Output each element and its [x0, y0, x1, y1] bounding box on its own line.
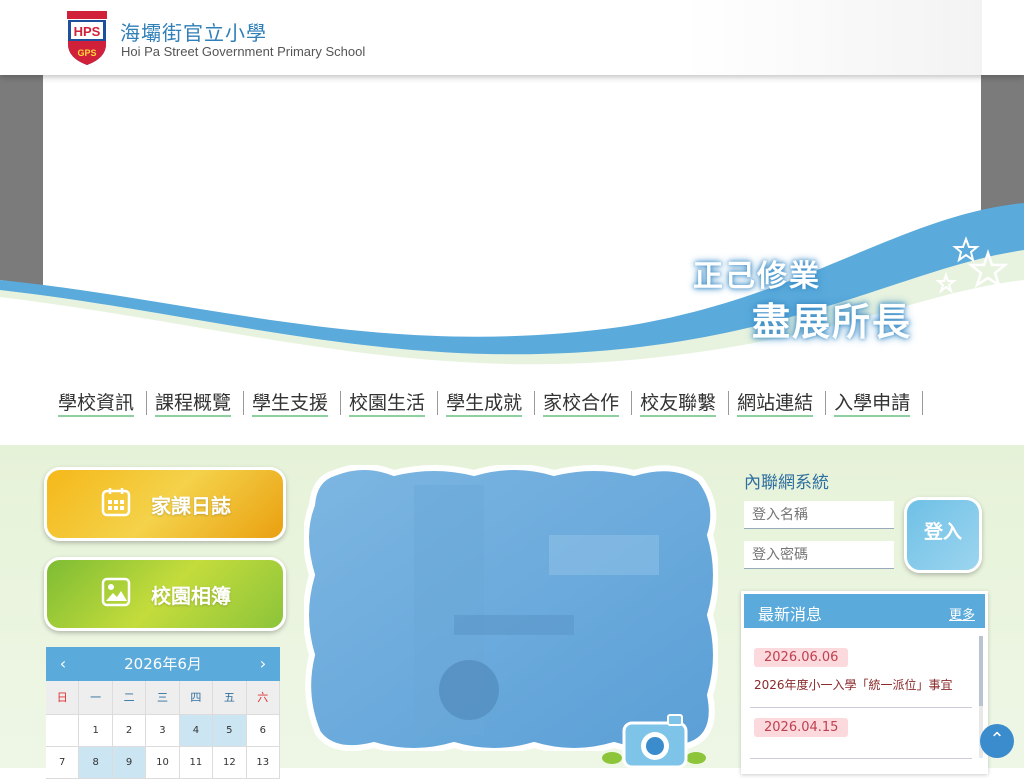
banner-slogan-line1: 正己修業 [693, 259, 821, 294]
calendar-weekday: 三 [146, 681, 180, 715]
calendar-day[interactable]: 9 [112, 747, 147, 779]
calendar-weekday: 日 [46, 681, 80, 715]
svg-text:HPS: HPS [74, 24, 101, 39]
homework-diary-button[interactable]: 家課日誌 [44, 467, 286, 541]
calendar-month-title: 2026年6月 [124, 655, 202, 673]
school-name-cn[interactable]: 海壩街官立小學 [120, 17, 267, 46]
calendar-weekday: 四 [179, 681, 214, 715]
calendar-day[interactable]: 1 [79, 715, 113, 747]
main-nav: 學校資訊 課程概覽 學生支援 校園生活 學生成就 家校合作 校友聯繫 網站連結 … [0, 375, 1024, 445]
calendar-day[interactable]: 8 [79, 747, 113, 779]
calendar-weekday: 一 [79, 681, 113, 715]
login-button[interactable]: 登入 [904, 497, 982, 573]
news-scrollbar-thumb[interactable] [979, 636, 983, 706]
calendar-header: ‹ 2026年6月 › [46, 647, 280, 681]
calendar-day[interactable]: 4 [179, 715, 214, 747]
news-text[interactable]: 2026年度小一入學「統一派位」事宜 [754, 676, 968, 695]
news-title: 最新消息 [758, 605, 823, 624]
nav-item-alumni[interactable]: 校友聯繫 [632, 391, 730, 417]
nav-item-school-info[interactable]: 學校資訊 [50, 391, 148, 417]
calendar-icon [101, 488, 131, 517]
calendar-day[interactable]: 11 [179, 747, 214, 779]
nav-item-achievements[interactable]: 學生成就 [438, 391, 536, 417]
calendar-day[interactable]: 10 [146, 747, 180, 779]
svg-text:GPS: GPS [77, 48, 96, 58]
calendar-day[interactable]: 2 [112, 715, 147, 747]
featured-photo[interactable] [304, 465, 718, 751]
calendar-day [46, 715, 80, 747]
news-header: 最新消息 更多 [744, 594, 985, 628]
nav-item-links[interactable]: 網站連結 [729, 391, 827, 417]
news-date: 2026.06.06 [754, 648, 849, 667]
calendar-day[interactable]: 12 [213, 747, 247, 779]
calendar-next-button[interactable]: › [248, 647, 278, 681]
site-header: HPS GPS 海壩街官立小學 Hoi Pa Street Government… [0, 0, 1024, 75]
homework-diary-label: 家課日誌 [151, 494, 231, 518]
calendar-weekday: 二 [112, 681, 147, 715]
event-calendar: ‹ 2026年6月 › 日 一 二 三 四 五 六 1 2 3 4 5 6 7 … [46, 647, 280, 779]
main-content: 家課日誌 校園相簿 ‹ 2026年6月 › 日 一 二 三 四 五 六 1 2 … [0, 445, 1024, 779]
news-more-link[interactable]: 更多 [949, 604, 975, 623]
campus-album-label: 校園相簿 [151, 584, 231, 608]
calendar-day[interactable]: 3 [146, 715, 180, 747]
news-panel: 最新消息 更多 2026.06.06 2026年度小一入學「統一派位」事宜 20… [741, 591, 988, 774]
nav-item-campus-life[interactable]: 校園生活 [341, 391, 439, 417]
news-date: 2026.04.15 [754, 718, 849, 737]
calendar-day[interactable]: 5 [213, 715, 247, 747]
nav-item-admission[interactable]: 入學申請 [826, 391, 924, 417]
calendar-day[interactable]: 7 [46, 747, 80, 779]
calendar-grid: 日 一 二 三 四 五 六 1 2 3 4 5 6 7 8 9 10 11 12… [46, 681, 280, 779]
nav-item-student-support[interactable]: 學生支援 [244, 391, 342, 417]
news-item[interactable]: 2026.06.06 2026年度小一入學「統一派位」事宜 [750, 638, 972, 708]
school-name-en[interactable]: Hoi Pa Street Government Primary School [121, 44, 365, 59]
banner-slideshow: 正己修業 盡展所長 [0, 75, 1024, 375]
back-to-top-button[interactable]: ⌃ [980, 724, 1014, 758]
calendar-weekday: 六 [246, 681, 280, 715]
password-input[interactable] [744, 541, 894, 569]
news-item[interactable]: 2026.04.15 [750, 708, 972, 759]
campus-album-button[interactable]: 校園相簿 [44, 557, 286, 631]
chevron-up-icon: ⌃ [989, 729, 1005, 750]
username-input[interactable] [744, 501, 894, 529]
calendar-day[interactable]: 13 [246, 747, 280, 779]
nav-item-curriculum[interactable]: 課程概覽 [147, 391, 245, 417]
calendar-weekday: 五 [213, 681, 247, 715]
star-icon [935, 236, 1009, 294]
news-list: 2026.06.06 2026年度小一入學「統一派位」事宜 2026.04.15 [750, 638, 972, 759]
school-crest-icon[interactable]: HPS GPS [66, 10, 108, 66]
intranet-title: 內聯網系統 [744, 473, 829, 493]
calendar-day[interactable]: 6 [246, 715, 280, 747]
banner-slogan-line2: 盡展所長 [752, 300, 913, 344]
calendar-prev-button[interactable]: ‹ [48, 647, 78, 681]
header-decoration [685, 0, 982, 75]
nav-item-home-school[interactable]: 家校合作 [535, 391, 633, 417]
camera-icon [602, 714, 706, 768]
image-icon [101, 577, 131, 607]
